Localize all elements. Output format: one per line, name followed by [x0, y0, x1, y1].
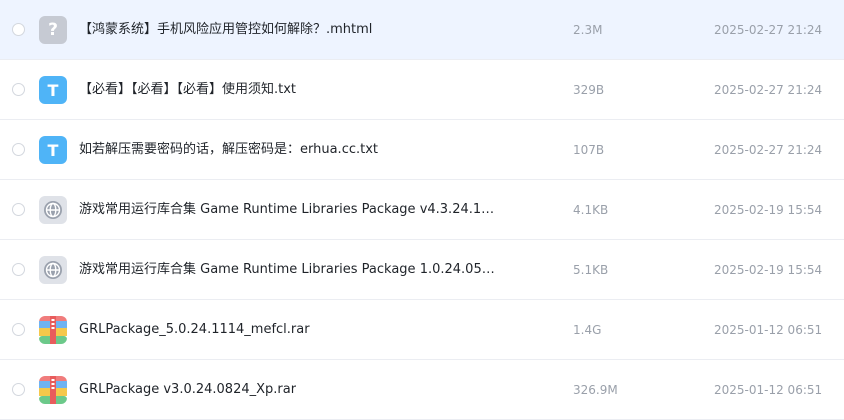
file-name[interactable]: 【必看】【必看】【必看】使用须知.txt [79, 81, 296, 99]
file-row[interactable]: GRLPackage v3.0.24.0824_Xp.rar 326.9M 20… [0, 360, 844, 420]
file-modified-time: 2025-02-27 21:24 [714, 83, 823, 97]
row-checkbox[interactable] [12, 83, 25, 96]
file-list: ? 【鸿蒙系统】手机风险应用管控如何解除？.mhtml 2.3M 2025-02… [0, 0, 844, 420]
web-file-icon [39, 256, 67, 284]
file-modified-time: 2025-01-12 06:51 [714, 323, 823, 337]
row-checkbox[interactable] [12, 323, 25, 336]
file-modified-time: 2025-02-19 15:54 [714, 203, 823, 217]
rar-archive-icon [39, 376, 67, 404]
file-size: 1.4G [573, 323, 602, 337]
file-row[interactable]: T 如若解压需要密码的话，解压密码是：erhua.cc.txt 107B 202… [0, 120, 844, 180]
file-row[interactable]: 游戏常用运行库合集 Game Runtime Libraries Package… [0, 240, 844, 300]
row-checkbox[interactable] [12, 203, 25, 216]
file-size: 2.3M [573, 23, 603, 37]
text-file-icon: T [39, 136, 67, 164]
file-modified-time: 2025-02-27 21:24 [714, 143, 823, 157]
file-name[interactable]: 游戏常用运行库合集 Game Runtime Libraries Package… [79, 261, 499, 279]
file-row[interactable]: GRLPackage_5.0.24.1114_mefcl.rar 1.4G 20… [0, 300, 844, 360]
file-row[interactable]: T 【必看】【必看】【必看】使用须知.txt 329B 2025-02-27 2… [0, 60, 844, 120]
file-name[interactable]: 游戏常用运行库合集 Game Runtime Libraries Package… [79, 201, 499, 219]
web-file-icon [39, 196, 67, 224]
file-modified-time: 2025-02-19 15:54 [714, 263, 823, 277]
file-row[interactable]: 游戏常用运行库合集 Game Runtime Libraries Package… [0, 180, 844, 240]
file-name[interactable]: 如若解压需要密码的话，解压密码是：erhua.cc.txt [79, 141, 378, 159]
file-name[interactable]: GRLPackage_5.0.24.1114_mefcl.rar [79, 321, 310, 339]
file-size: 5.1KB [573, 263, 609, 277]
rar-archive-icon [39, 316, 67, 344]
text-file-icon: T [39, 76, 67, 104]
file-name[interactable]: GRLPackage v3.0.24.0824_Xp.rar [79, 381, 296, 399]
row-checkbox[interactable] [12, 23, 25, 36]
row-checkbox[interactable] [12, 263, 25, 276]
file-row[interactable]: ? 【鸿蒙系统】手机风险应用管控如何解除？.mhtml 2.3M 2025-02… [0, 0, 844, 60]
file-size: 329B [573, 83, 605, 97]
row-checkbox[interactable] [12, 383, 25, 396]
file-modified-time: 2025-02-27 21:24 [714, 23, 823, 37]
file-size: 326.9M [573, 383, 618, 397]
row-checkbox[interactable] [12, 143, 25, 156]
file-modified-time: 2025-01-12 06:51 [714, 383, 823, 397]
file-size: 4.1KB [573, 203, 609, 217]
unknown-file-icon: ? [39, 16, 67, 44]
file-name[interactable]: 【鸿蒙系统】手机风险应用管控如何解除？.mhtml [79, 21, 372, 39]
file-size: 107B [573, 143, 605, 157]
